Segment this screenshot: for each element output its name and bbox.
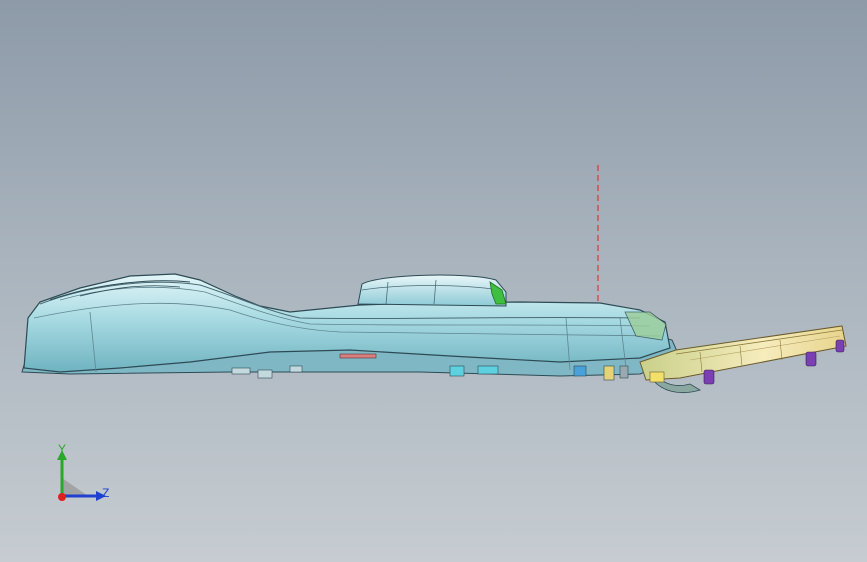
underside-part: [339, 353, 377, 359]
connector-pin: [835, 339, 845, 353]
underside-part: [231, 367, 251, 375]
x-axis-dot: [58, 493, 66, 501]
connector-pin: [703, 369, 715, 385]
underside-part: [289, 365, 303, 373]
tray-tab: [649, 371, 665, 383]
underside-part: [603, 365, 615, 381]
underside-part: [449, 365, 465, 377]
top-dome: [357, 274, 507, 307]
underside-part: [573, 365, 587, 377]
connector-pin: [805, 351, 817, 367]
underside-part: [257, 369, 273, 379]
y-axis-label: Y: [58, 442, 67, 456]
underside-part: [619, 365, 629, 379]
z-axis-label: Z: [102, 486, 110, 500]
cad-model[interactable]: [0, 0, 867, 562]
underside-part: [477, 365, 499, 375]
triad-xy-plane: [62, 478, 88, 496]
cad-viewport[interactable]: Y Z: [0, 0, 867, 562]
